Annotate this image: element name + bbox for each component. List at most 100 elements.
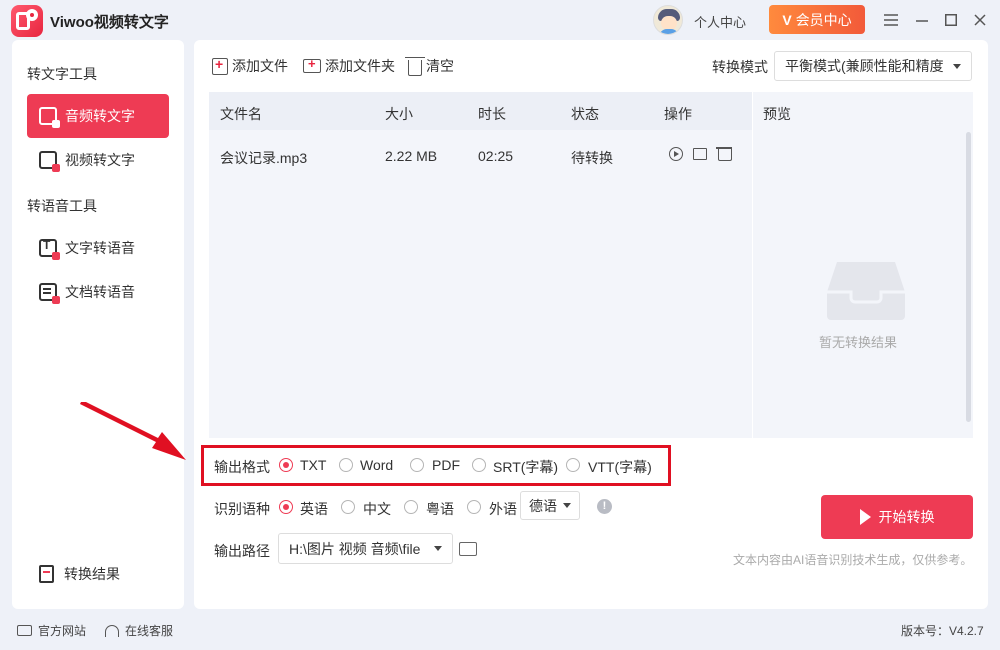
clear-label: 清空: [426, 58, 454, 74]
file-duration: 02:25: [478, 148, 514, 164]
open-folder-icon[interactable]: [693, 148, 707, 160]
chevron-down-icon: [434, 546, 442, 551]
add-folder-label: 添加文件夹: [325, 58, 395, 74]
preview-panel: 预览 暂无转换结果: [753, 92, 973, 438]
start-conversion-label: 开始转换: [878, 509, 935, 525]
monitor-icon: [17, 625, 32, 636]
minimize-icon[interactable]: [911, 9, 933, 31]
text-to-speech-icon: [39, 238, 60, 260]
radio-lang-cantonese-label[interactable]: 粤语: [426, 499, 454, 519]
radio-lang-foreign[interactable]: [467, 500, 481, 514]
menu-icon[interactable]: [880, 9, 902, 31]
radio-lang-chinese[interactable]: [341, 500, 355, 514]
radio-format-word-label[interactable]: Word: [360, 457, 393, 473]
sidebar-item-label: 文档转语音: [65, 284, 135, 300]
table-row[interactable]: 会议记录.mp3 2.22 MB 02:25 待转换: [209, 134, 752, 178]
add-file-icon: [212, 56, 228, 75]
result-document-icon: [39, 565, 54, 583]
delete-icon[interactable]: [716, 147, 732, 161]
play-icon[interactable]: [669, 147, 683, 161]
foreign-language-select[interactable]: 德语: [520, 491, 580, 520]
radio-lang-english-label[interactable]: 英语: [300, 499, 328, 519]
foreign-language-value: 德语: [529, 497, 557, 514]
radio-format-pdf[interactable]: [410, 458, 424, 472]
radio-format-txt[interactable]: [279, 458, 293, 472]
headset-icon: [105, 624, 119, 637]
annotation-arrow-icon: [80, 402, 186, 460]
column-header-size: 大小: [385, 106, 413, 122]
chevron-down-icon: [563, 503, 571, 508]
conversion-mode-value: 平衡模式(兼顾性能和精度: [785, 58, 944, 74]
recognition-language-label: 识别语种: [214, 501, 270, 517]
trash-icon: [405, 56, 425, 76]
sidebar-item-label: 音频转文字: [65, 108, 135, 124]
radio-lang-cantonese[interactable]: [404, 500, 418, 514]
maximize-icon[interactable]: [940, 9, 962, 31]
radio-format-txt-label[interactable]: TXT: [300, 457, 326, 473]
user-center-link[interactable]: 个人中心: [694, 12, 746, 31]
add-file-label: 添加文件: [232, 58, 288, 74]
title-bar: Viwoo视频转文字 个人中心 V 会员中心: [0, 0, 1000, 40]
file-size: 2.22 MB: [385, 148, 438, 164]
video-text-icon: [39, 151, 60, 172]
output-path-select[interactable]: H:\图片 视频 音频\file: [278, 533, 453, 564]
column-header-filename: 文件名: [220, 106, 262, 122]
empty-inbox-icon: [827, 262, 905, 320]
sidebar-item-label: 文字转语音: [65, 240, 135, 256]
sidebar: 转文字工具 音频转文字 视频转文字 转语音工具 文字转语音 文档转语音 转换结果: [12, 40, 184, 609]
file-status: 待转换: [571, 150, 613, 166]
ai-disclaimer: 文本内容由AI语音识别技术生成，仅供参考。: [733, 553, 973, 567]
table-header: 文件名 大小 时长 状态 操作: [209, 92, 752, 130]
clear-button[interactable]: 清空: [405, 56, 454, 76]
main-panel: 添加文件 添加文件夹 清空 转换模式 平衡模式(兼顾性能和精度 文件名 大小 时…: [194, 40, 988, 609]
sidebar-item-document-to-speech[interactable]: 文档转语音: [27, 270, 169, 314]
sidebar-item-label: 转换结果: [64, 566, 120, 582]
radio-lang-chinese-label[interactable]: 中文: [363, 499, 391, 519]
output-format-label: 输出格式: [214, 459, 270, 475]
output-path-value: H:\图片 视频 音频\file: [289, 540, 421, 557]
conversion-mode-select[interactable]: 平衡模式(兼顾性能和精度: [774, 51, 972, 81]
chevron-down-icon: [953, 63, 961, 69]
browse-folder-icon[interactable]: [459, 542, 477, 556]
add-file-button[interactable]: 添加文件: [212, 56, 288, 76]
radio-format-word[interactable]: [339, 458, 353, 472]
radio-format-vtt-label[interactable]: VTT(字幕): [588, 457, 652, 477]
column-header-status: 状态: [571, 106, 599, 122]
sidebar-item-label: 视频转文字: [65, 152, 135, 168]
info-icon[interactable]: !: [597, 499, 612, 514]
official-website-link[interactable]: 官方网站: [17, 622, 86, 639]
radio-lang-english[interactable]: [279, 500, 293, 514]
official-website-label: 官方网站: [38, 624, 87, 638]
add-folder-button[interactable]: 添加文件夹: [303, 56, 395, 76]
sidebar-item-video-to-text[interactable]: 视频转文字: [27, 138, 169, 182]
radio-format-srt[interactable]: [472, 458, 486, 472]
vip-center-label: 会员中心: [795, 11, 852, 28]
add-folder-icon: [303, 56, 321, 73]
voice-tools-title: 转语音工具: [27, 198, 97, 214]
file-table: 文件名 大小 时长 状态 操作 会议记录.mp3 2.22 MB 02:25 待…: [209, 92, 752, 438]
text-tools-title: 转文字工具: [27, 66, 97, 82]
sidebar-item-audio-to-text[interactable]: 音频转文字: [27, 94, 169, 138]
sidebar-item-results[interactable]: 转换结果: [39, 564, 120, 584]
preview-title: 预览: [763, 106, 791, 122]
conversion-mode-label: 转换模式: [712, 59, 768, 75]
close-icon[interactable]: [969, 9, 991, 31]
column-header-actions: 操作: [664, 106, 692, 122]
radio-format-vtt[interactable]: [566, 458, 580, 472]
output-path-label: 输出路径: [214, 543, 270, 559]
online-support-link[interactable]: 在线客服: [105, 622, 173, 639]
preview-scrollbar[interactable]: [966, 132, 971, 422]
sidebar-item-text-to-speech[interactable]: 文字转语音: [27, 226, 169, 270]
vip-center-button[interactable]: V 会员中心: [769, 5, 865, 34]
app-logo-icon: [11, 5, 43, 37]
document-to-speech-icon: [39, 283, 60, 304]
radio-format-srt-label[interactable]: SRT(字幕): [493, 457, 558, 477]
user-avatar[interactable]: [653, 5, 683, 35]
radio-format-pdf-label[interactable]: PDF: [432, 457, 460, 473]
vip-icon: V: [782, 11, 792, 28]
play-icon: [859, 509, 871, 525]
empty-preview-text: 暂无转换结果: [818, 335, 897, 350]
start-conversion-button[interactable]: 开始转换: [821, 495, 973, 539]
online-support-label: 在线客服: [125, 624, 174, 638]
radio-lang-foreign-label[interactable]: 外语: [489, 499, 517, 519]
